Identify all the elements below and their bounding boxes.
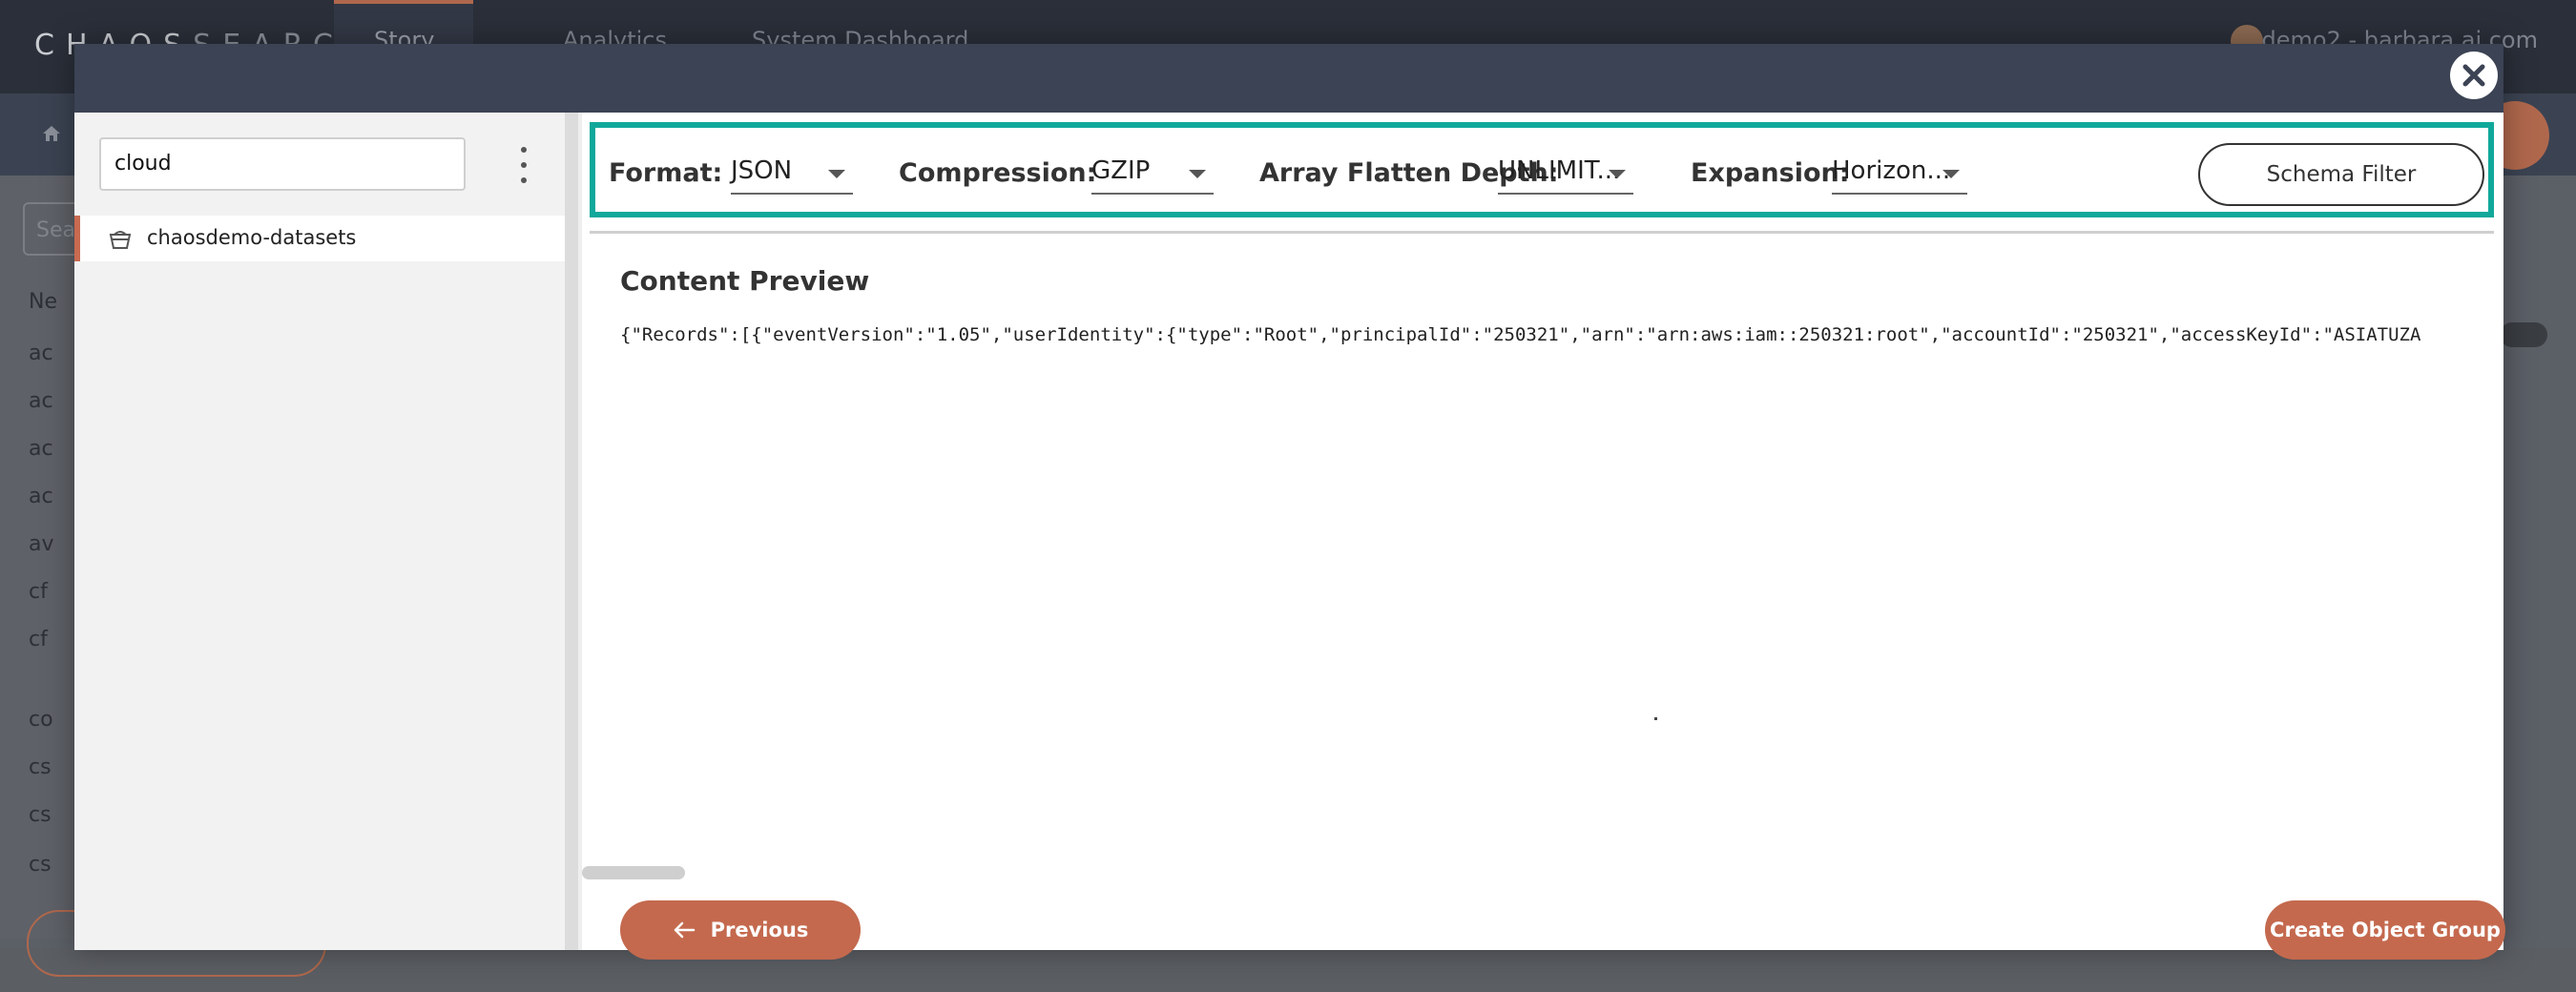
expansion-value: Horizon... [1832, 156, 1951, 185]
compression-select[interactable]: GZIP [1091, 153, 1214, 195]
schema-filter-button[interactable]: Schema Filter [2198, 143, 2484, 206]
expansion-select[interactable]: Horizon... [1832, 153, 1967, 195]
compression-label: Compression: [899, 158, 1097, 188]
format-select[interactable]: JSON [731, 153, 853, 195]
content-preview-text: {"Records":[{"eventVersion":"1.05","user… [620, 324, 2421, 345]
array-flatten-depth-select[interactable]: UNLIMIT... [1498, 153, 1633, 195]
chevron-down-icon [828, 170, 845, 178]
sidebar-scrollbar[interactable] [565, 113, 578, 950]
array-flatten-depth-value: UNLIMIT... [1498, 156, 1621, 185]
bg-list-item[interactable]: cs [29, 803, 52, 827]
main-panel: Format: JSON Compression: GZIP Array Fla… [582, 113, 2505, 960]
close-button[interactable] [2450, 52, 2498, 99]
home-icon[interactable] [40, 122, 63, 145]
previous-button[interactable]: Previous [620, 900, 861, 960]
bg-list-item[interactable]: ac [29, 485, 53, 508]
bg-list-item[interactable]: cf [29, 628, 48, 651]
bg-list-item[interactable]: Ne [29, 290, 57, 314]
bucket-icon [109, 231, 132, 249]
bottom-strip [0, 948, 2576, 992]
close-icon [2462, 64, 2485, 87]
format-label: Format: [609, 158, 723, 188]
toolbar-divider [590, 231, 2494, 234]
loading-dot [1654, 717, 1657, 720]
horizontal-scrollbar-thumb[interactable] [582, 866, 685, 879]
bg-list-item[interactable]: ac [29, 341, 53, 365]
bg-list-item[interactable]: av [29, 532, 54, 556]
expansion-label: Expansion: [1691, 158, 1850, 188]
bg-list-item[interactable]: cs [29, 853, 52, 877]
dataset-search-input[interactable]: cloud [99, 137, 466, 191]
chevron-down-icon [1189, 170, 1206, 178]
chevron-down-icon [1942, 170, 1960, 178]
format-toolbar: Format: JSON Compression: GZIP Array Fla… [590, 122, 2494, 217]
create-object-group-button[interactable]: Create Object Group [2265, 900, 2505, 960]
chevron-down-icon [1609, 170, 1626, 178]
dataset-list-item[interactable]: chaosdemo-datasets [74, 216, 565, 261]
format-value: JSON [731, 156, 793, 185]
modal-header [74, 44, 2503, 113]
bg-list-item[interactable]: ac [29, 437, 53, 461]
bg-list-item[interactable]: ac [29, 389, 53, 413]
bg-list-item[interactable]: cf [29, 580, 48, 604]
content-preview-title: Content Preview [620, 265, 870, 297]
bg-list-item[interactable]: co [29, 708, 53, 732]
bg-toggle[interactable] [2500, 322, 2547, 347]
bg-list-item[interactable]: cs [29, 755, 52, 779]
previous-label: Previous [710, 919, 809, 941]
compression-value: GZIP [1091, 156, 1151, 185]
modal-dialog: cloud chaosdemo-datasets Format: JSON Co… [74, 44, 2505, 960]
arrow-left-icon [674, 921, 695, 939]
dataset-label: chaosdemo-datasets [147, 226, 357, 249]
more-options-icon[interactable] [517, 147, 530, 183]
